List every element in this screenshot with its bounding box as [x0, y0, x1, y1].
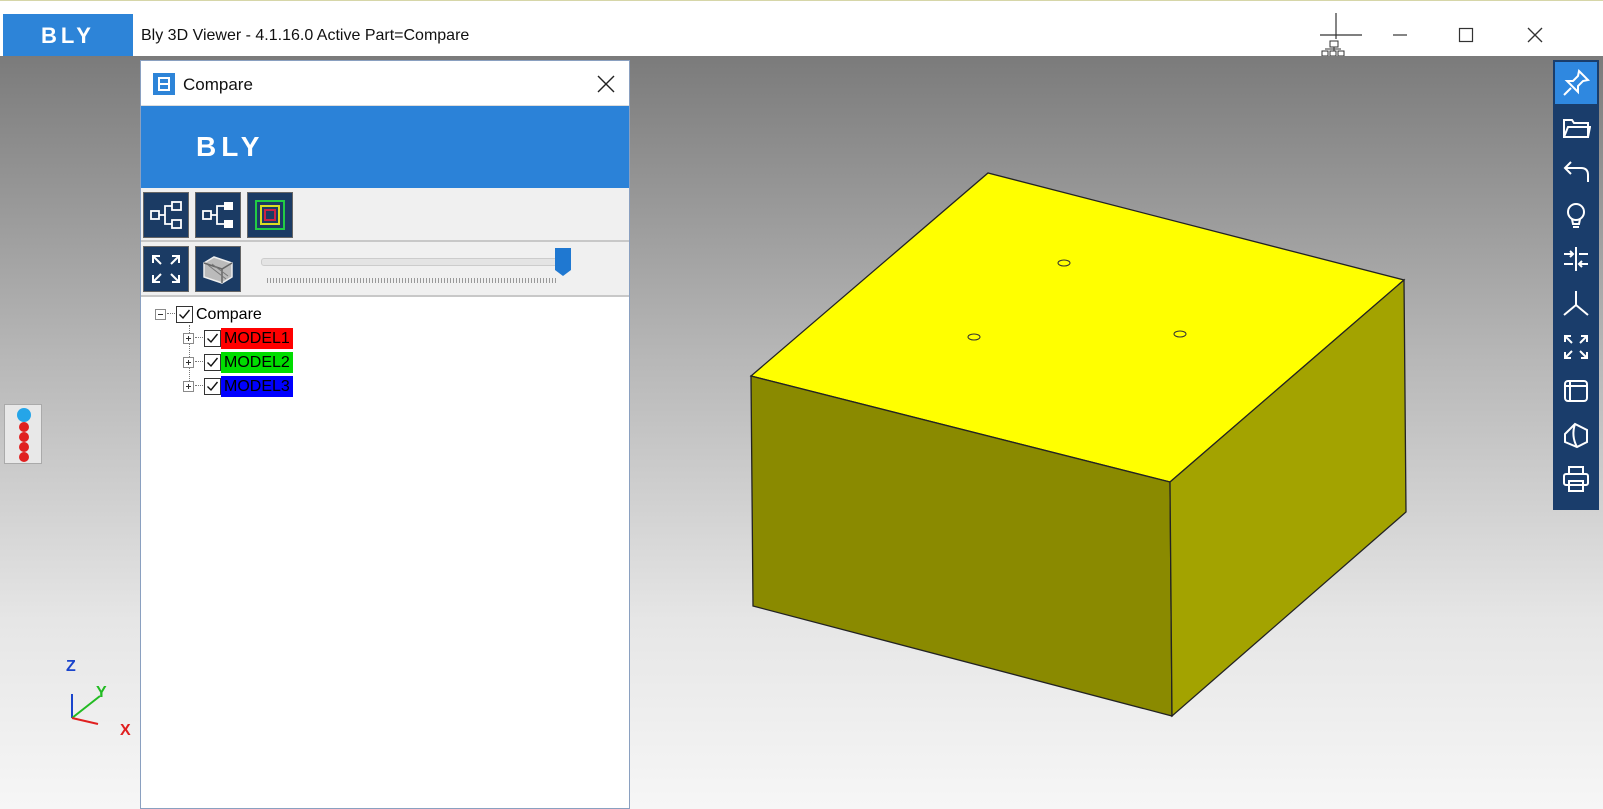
shape-icon[interactable]	[1555, 414, 1597, 456]
panel-title: Compare	[183, 75, 253, 94]
bulb-icon[interactable]	[1555, 194, 1597, 236]
tree-item-model3[interactable]: MODEL3	[183, 375, 293, 397]
compare-icon[interactable]	[1555, 238, 1597, 280]
tree-toolbar	[141, 188, 629, 242]
view-cube-icon[interactable]	[1555, 370, 1597, 412]
expand-model2-toggle[interactable]	[183, 356, 194, 368]
window-title: Bly 3D Viewer - 4.1.16.0 Active Part=Com…	[141, 27, 470, 44]
transparency-slider-thumb[interactable]	[555, 248, 571, 276]
minimize-button[interactable]	[1378, 21, 1422, 49]
model2-label: MODEL2	[221, 351, 293, 373]
tree-item-model1[interactable]: MODEL1	[183, 327, 293, 349]
model3-label: MODEL3	[221, 375, 293, 397]
panel-header: Compare	[141, 61, 629, 106]
tree-item-model2[interactable]: MODEL2	[183, 351, 293, 373]
maximize-button[interactable]	[1444, 21, 1488, 49]
view-toolbar	[141, 242, 629, 297]
section-box-icon[interactable]	[195, 246, 241, 292]
tree-root-label: Compare	[196, 305, 262, 323]
panel-banner-logo: BLY	[141, 106, 629, 188]
model3-checkbox[interactable]	[204, 377, 221, 395]
title-bar: BLY Bly 3D Viewer - 4.1.16.0 Active Part…	[0, 0, 1603, 57]
collapse-tree-icon[interactable]	[195, 192, 241, 238]
model1-label: MODEL1	[221, 327, 293, 349]
print-icon[interactable]	[1555, 458, 1597, 500]
model2-checkbox[interactable]	[204, 353, 221, 371]
panel-close-button[interactable]	[591, 69, 621, 99]
expand-tree-icon[interactable]	[143, 192, 189, 238]
undo-icon[interactable]	[1555, 150, 1597, 192]
tree-root[interactable]: Compare	[155, 303, 265, 325]
transparency-slider-track[interactable]	[261, 258, 561, 266]
layer-indicator-widget[interactable]	[4, 404, 42, 464]
panel-app-icon	[153, 73, 175, 95]
model1-checkbox[interactable]	[204, 329, 221, 347]
collapse-root-toggle[interactable]	[155, 308, 166, 320]
network-icon[interactable]	[1318, 13, 1364, 57]
axis-z-label: Z	[66, 658, 76, 675]
axis-icon[interactable]	[1555, 282, 1597, 324]
right-toolbar	[1553, 60, 1599, 510]
close-window-button[interactable]	[1513, 21, 1557, 49]
root-checkbox[interactable]	[176, 305, 193, 323]
open-folder-icon[interactable]	[1555, 106, 1597, 148]
color-frame-icon[interactable]	[247, 192, 293, 238]
slider-ticks	[267, 278, 557, 283]
fit-all-icon[interactable]	[143, 246, 189, 292]
axis-x-label: X	[120, 722, 131, 739]
axis-triad: Z Y X	[60, 658, 140, 746]
expand-model3-toggle[interactable]	[183, 380, 194, 392]
fit-icon[interactable]	[1555, 326, 1597, 368]
axis-y-label: Y	[96, 684, 107, 701]
app-logo[interactable]: BLY	[3, 14, 133, 57]
expand-model1-toggle[interactable]	[183, 332, 194, 344]
compare-panel: Compare BLY Compare MODEL1 MODEL2 MODEL3	[140, 60, 630, 809]
pin-icon[interactable]	[1555, 62, 1597, 104]
